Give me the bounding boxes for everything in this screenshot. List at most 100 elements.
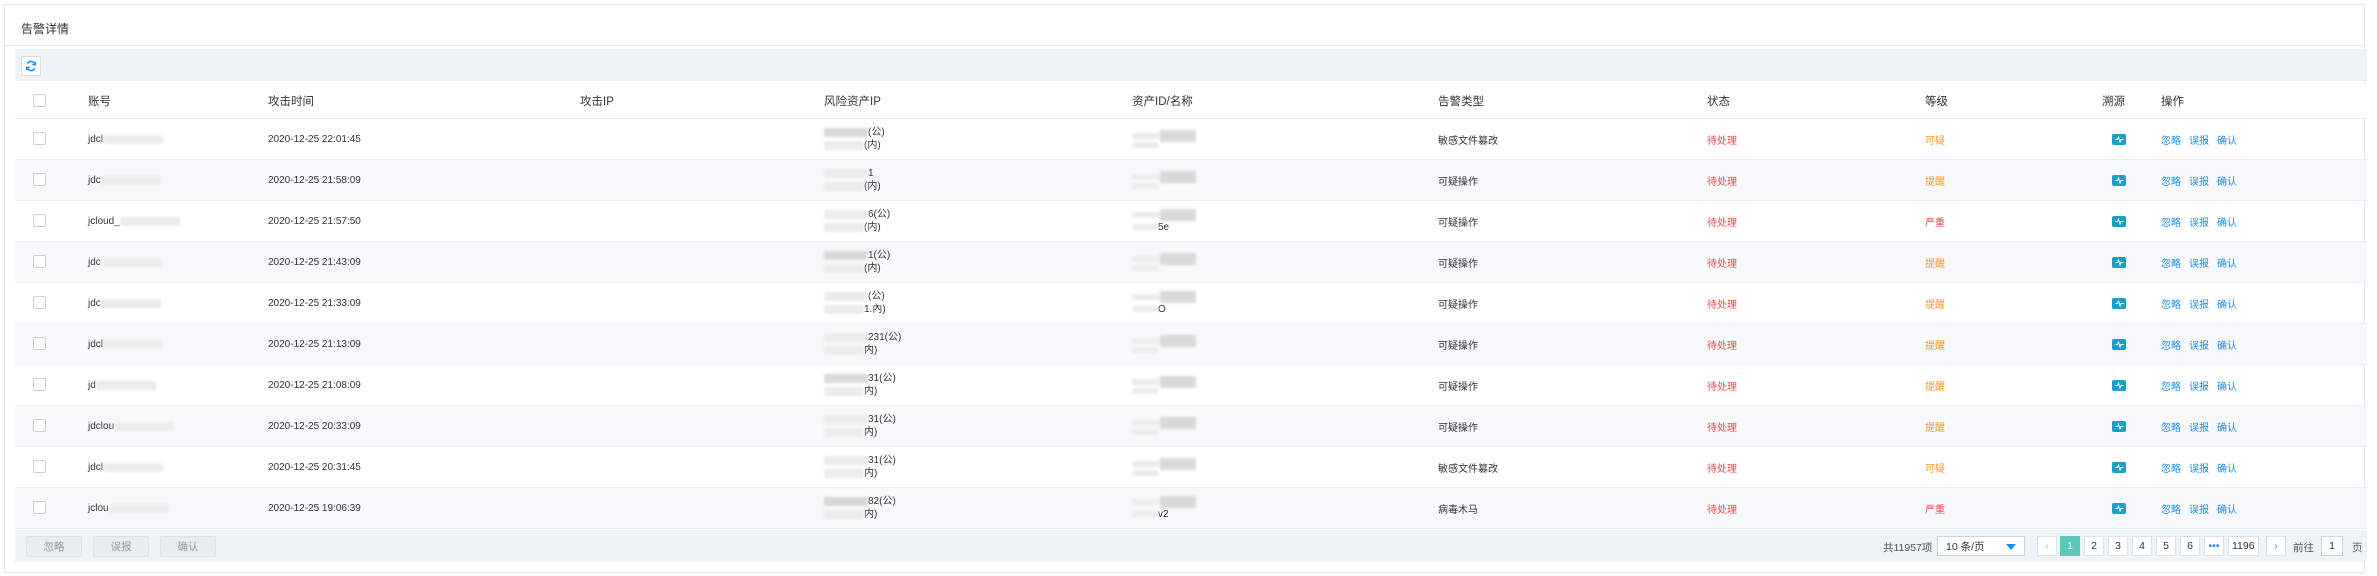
trace-button[interactable] (2112, 379, 2126, 391)
page-1[interactable]: 1 (2060, 536, 2080, 556)
goto-page-input[interactable]: 1 (2321, 536, 2343, 556)
page-6[interactable]: 6 (2180, 536, 2200, 556)
redacted-mask (1132, 461, 1160, 467)
table-row: jdcl 2020-12-25 21:13:09 231(公) 内) 可疑操作 待处理 提醒… (15, 324, 2367, 365)
row-false-alarm-link[interactable]: 误报 (2189, 173, 2209, 188)
page-2[interactable]: 2 (2084, 536, 2104, 556)
row-checkbox[interactable] (33, 214, 46, 227)
batch-false-alarm-button[interactable]: 误报 (93, 536, 149, 557)
row-confirm-link[interactable]: 确认 (2217, 378, 2237, 393)
row-confirm-link[interactable]: 确认 (2217, 296, 2237, 311)
trace-button[interactable] (2112, 420, 2126, 432)
row-false-alarm-link[interactable]: 误报 (2189, 132, 2209, 147)
row-confirm-link[interactable]: 确认 (2217, 460, 2237, 475)
redacted-mask (824, 415, 868, 424)
trace-button[interactable] (2112, 256, 2126, 268)
trace-icon (2115, 299, 2123, 307)
row-confirm-link[interactable]: 确认 (2217, 214, 2237, 229)
redacted-mask (824, 428, 864, 437)
row-false-alarm-link[interactable]: 误报 (2189, 378, 2209, 393)
page-4[interactable]: 4 (2132, 536, 2152, 556)
redacted-mask (1132, 265, 1158, 271)
trace-button[interactable] (2112, 297, 2126, 309)
redacted-mask (100, 257, 161, 267)
ip-line-private: (内) (824, 221, 881, 234)
row-false-alarm-link[interactable]: 误报 (2189, 214, 2209, 229)
page-3[interactable]: 3 (2108, 536, 2128, 556)
row-checkbox[interactable] (33, 460, 46, 473)
alert-type: 可疑操作 (1438, 422, 1478, 434)
row-confirm-link[interactable]: 确认 (2217, 337, 2237, 352)
row-false-alarm-link[interactable]: 误报 (2189, 460, 2209, 475)
account-text: jdcl (88, 338, 104, 350)
trace-icon (2115, 217, 2123, 225)
row-confirm-link[interactable]: 确认 (2217, 255, 2237, 270)
row-checkbox[interactable] (33, 255, 46, 268)
page-size-select[interactable]: 10 条/页 (1937, 536, 2025, 556)
row-ignore-link[interactable]: 忽略 (2161, 296, 2181, 311)
row-confirm-link[interactable]: 确认 (2217, 501, 2237, 516)
account-text: jd (88, 379, 96, 391)
batch-ignore-button[interactable]: 忽略 (26, 536, 82, 557)
row-ignore-link[interactable]: 忽略 (2161, 173, 2181, 188)
row-confirm-link[interactable]: 确认 (2217, 173, 2237, 188)
trace-button[interactable] (2112, 502, 2126, 514)
alert-type: 可疑操作 (1438, 299, 1478, 311)
prev-page-button[interactable]: ‹ (2037, 536, 2057, 556)
page-last[interactable]: 1196 (2228, 536, 2259, 556)
row-false-alarm-link[interactable]: 误报 (2189, 419, 2209, 434)
row-false-alarm-link[interactable]: 误报 (2189, 296, 2209, 311)
row-confirm-link[interactable]: 确认 (2217, 132, 2237, 147)
ip-private-text: 内) (864, 468, 878, 479)
batch-confirm-button[interactable]: 确认 (160, 536, 216, 557)
row-confirm-link[interactable]: 确认 (2217, 419, 2237, 434)
row-ignore-link[interactable]: 忽略 (2161, 337, 2181, 352)
refresh-button[interactable] (21, 56, 41, 76)
chevron-down-icon (2006, 544, 2016, 550)
page-5[interactable]: 5 (2156, 536, 2176, 556)
alert-type: 病毒木马 (1438, 504, 1478, 516)
trace-button[interactable] (2112, 215, 2126, 227)
trace-cell (2112, 365, 2126, 405)
row-ignore-link[interactable]: 忽略 (2161, 132, 2181, 147)
page-title: 告警详情 (21, 22, 70, 36)
asset-text: O (1158, 303, 1166, 315)
row-checkbox[interactable] (33, 173, 46, 186)
asset-id-name (1132, 119, 1196, 159)
account-text: jdcl (88, 461, 104, 473)
ip-line-private: 内) (824, 426, 877, 439)
row-checkbox[interactable] (33, 378, 46, 391)
account-text: jdc (88, 174, 101, 186)
row-ignore-link[interactable]: 忽略 (2161, 378, 2181, 393)
trace-button[interactable] (2112, 338, 2126, 350)
trace-button[interactable] (2112, 133, 2126, 145)
page-ellipsis[interactable]: ••• (2204, 536, 2224, 556)
trace-button[interactable] (2112, 461, 2126, 473)
ip-public-text: (公) (868, 127, 885, 138)
row-checkbox[interactable] (33, 419, 46, 432)
row-ignore-link[interactable]: 忽略 (2161, 214, 2181, 229)
row-ignore-link[interactable]: 忽略 (2161, 501, 2181, 516)
row-false-alarm-link[interactable]: 误报 (2189, 337, 2209, 352)
row-checkbox[interactable] (33, 501, 46, 514)
row-false-alarm-link[interactable]: 误报 (2189, 501, 2209, 516)
row-checkbox[interactable] (33, 296, 46, 309)
asset-id-name (1132, 406, 1196, 446)
row-checkbox[interactable] (33, 132, 46, 145)
ip-line-private: 内) (824, 385, 877, 398)
col-actions: 操作 (2161, 96, 2184, 108)
row-ignore-link[interactable]: 忽略 (2161, 255, 2181, 270)
account-text: jdcl (88, 133, 104, 145)
next-page-button[interactable]: › (2266, 536, 2286, 556)
select-all-checkbox[interactable] (33, 94, 46, 107)
status-badge: 待处理 (1707, 504, 1737, 516)
trace-icon (2115, 258, 2123, 266)
row-ignore-link[interactable]: 忽略 (2161, 419, 2181, 434)
row-ignore-link[interactable]: 忽略 (2161, 460, 2181, 475)
chevron-right-icon: › (2274, 540, 2278, 552)
trace-button[interactable] (2112, 174, 2126, 186)
row-false-alarm-link[interactable]: 误报 (2189, 255, 2209, 270)
table-row: jdclou 2020-12-25 20:33:09 31(公) 内) 可疑操作 待处理 提… (15, 406, 2367, 447)
alert-type: 可疑操作 (1438, 381, 1478, 393)
row-checkbox[interactable] (33, 337, 46, 350)
